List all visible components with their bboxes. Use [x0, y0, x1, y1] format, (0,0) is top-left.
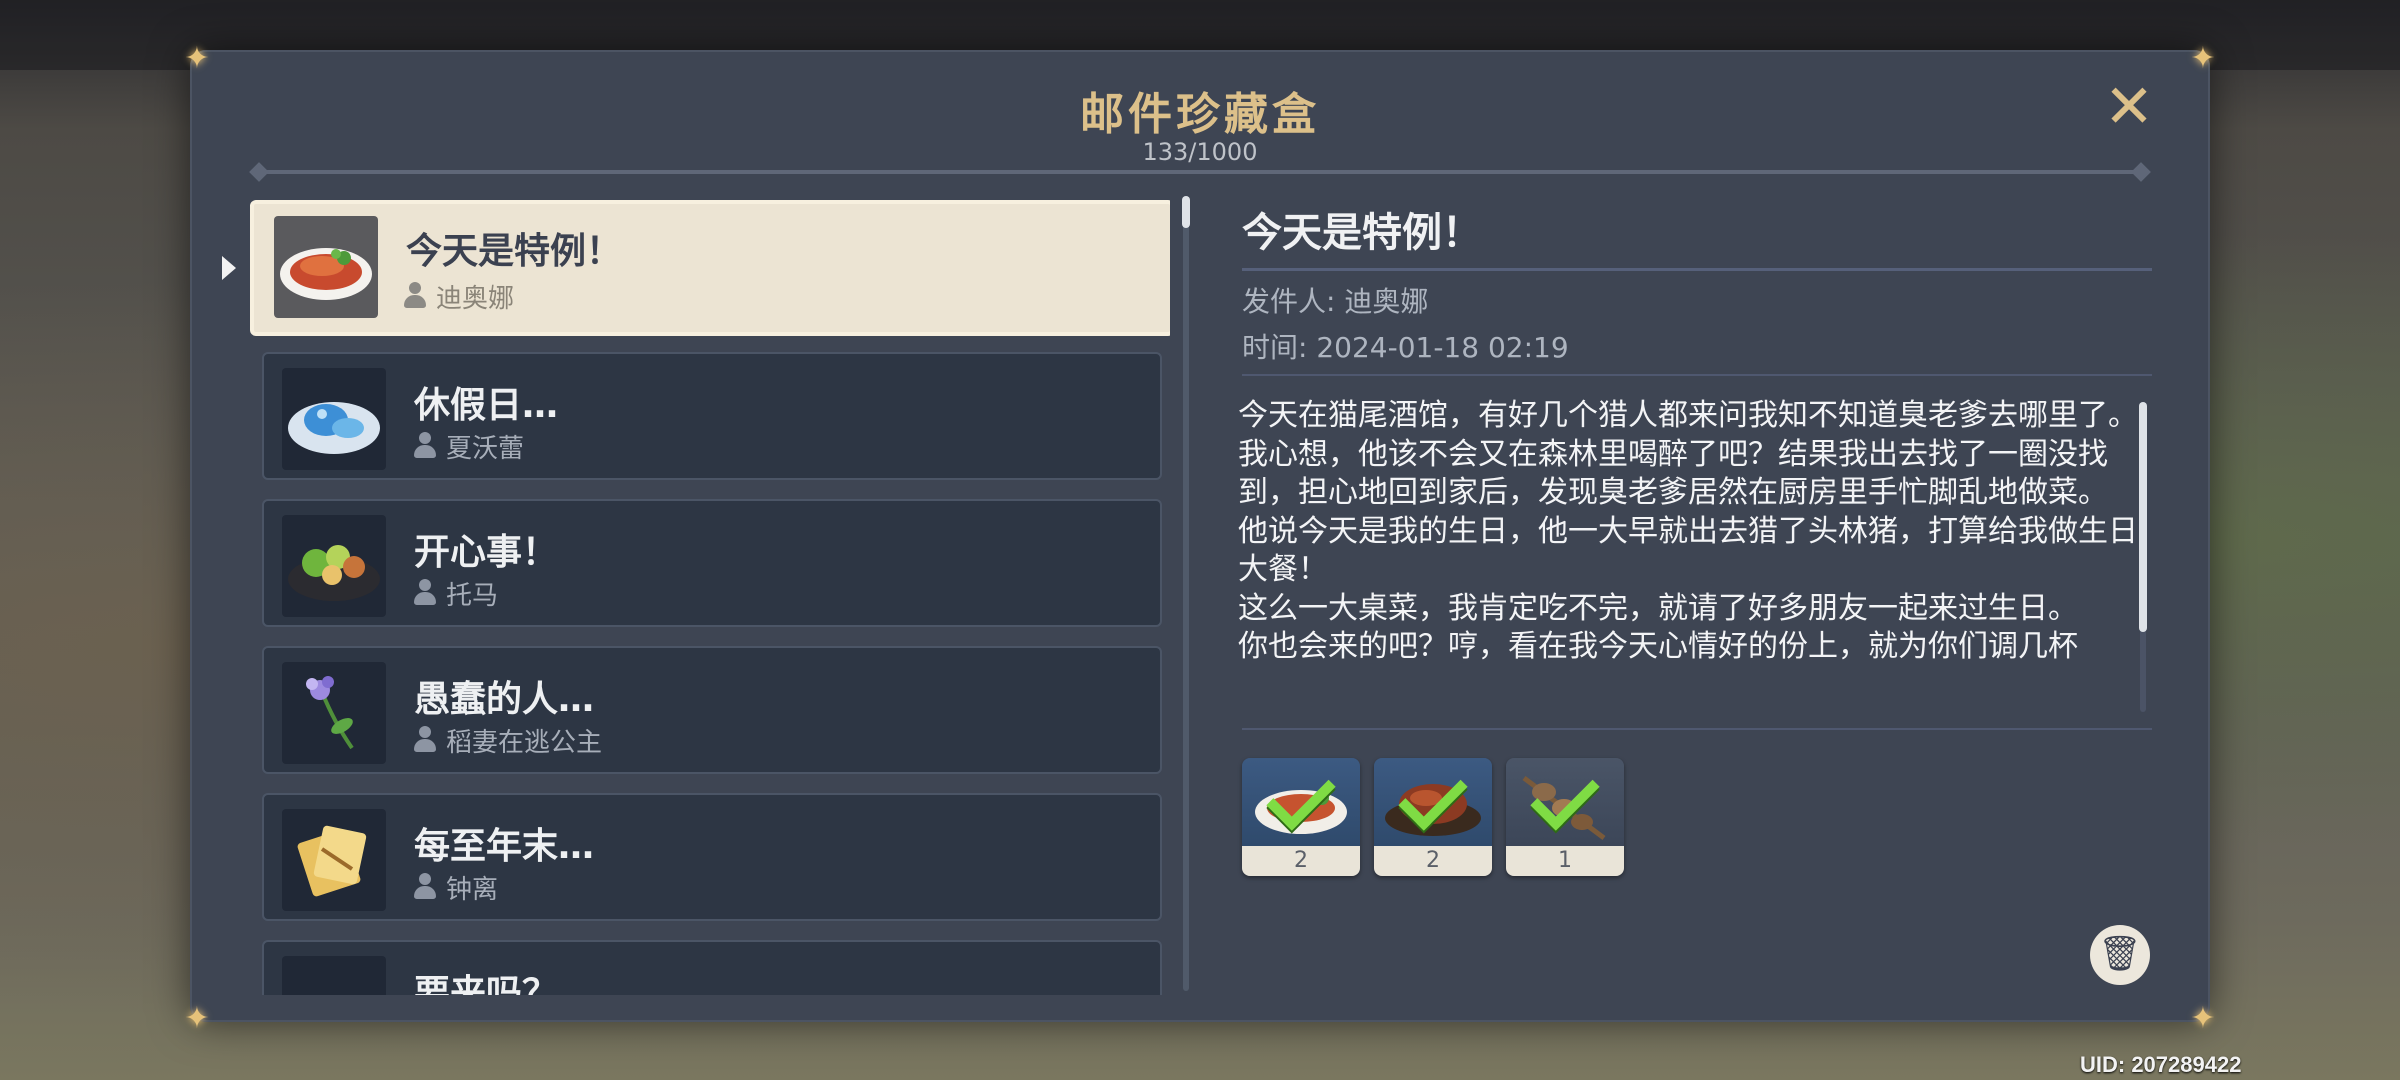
- mail-title: 今天是特例！: [406, 231, 623, 272]
- selected-pointer-icon: [222, 256, 236, 280]
- sender-icon: [414, 726, 436, 752]
- mail-title: 开心事！: [414, 532, 559, 573]
- header-divider: [260, 170, 2140, 174]
- sender-icon: [414, 432, 436, 458]
- sender-icon: [414, 873, 436, 899]
- gold-paper-charm-icon: [282, 809, 386, 911]
- detail-divider: [1242, 728, 2152, 730]
- mail-list: 今天是特例！ 迪奥娜 休假日… 夏沃蕾 开心事！ 托马 愚蠢的人… 稻妻在逃公主…: [250, 200, 1170, 995]
- corner-ornament-icon: ✦: [184, 1001, 210, 1036]
- attachment-count: 2: [1374, 846, 1492, 876]
- mail-list-item[interactable]: 今天是特例！ 迪奥娜: [250, 200, 1170, 336]
- mail-title: 每至年末…: [414, 826, 595, 867]
- detail-divider: [1242, 374, 2152, 376]
- mail-list-item[interactable]: 每至年末… 钟离: [262, 793, 1162, 921]
- mail-list-item[interactable]: 要来吗？: [262, 940, 1162, 995]
- grilled-fish-dish-icon: [274, 216, 378, 318]
- mail-title: 愚蠢的人…: [414, 679, 595, 720]
- sender-icon: [414, 579, 436, 605]
- mail-list-scroll-thumb[interactable]: [1182, 196, 1190, 228]
- trash-icon[interactable]: 🗑: [2090, 925, 2150, 985]
- vegetable-platter-icon: [282, 515, 386, 617]
- attachment-count: 2: [1242, 846, 1360, 876]
- purple-flower-icon: [282, 662, 386, 764]
- mail-sender: 迪奥娜: [436, 284, 515, 314]
- blue-dessert-dish-icon: [282, 368, 386, 470]
- mail-body-scroll-thumb[interactable]: [2139, 402, 2147, 632]
- mail-list-item[interactable]: 开心事！ 托马: [262, 499, 1162, 627]
- mail-count: 133/1000: [1142, 138, 1258, 166]
- attachment-item[interactable]: 1: [1506, 758, 1624, 876]
- mail-detail-title: 今天是特例！: [1242, 210, 1482, 256]
- detail-divider: [1242, 268, 2152, 271]
- close-icon[interactable]: ✕: [2100, 77, 2158, 138]
- mail-body: 今天在猫尾酒馆，有好几个猎人都来问我知不知道臭老爹去哪里了。我心想，他该不会又在…: [1238, 398, 2138, 664]
- mail-title: 要来吗？: [414, 973, 559, 995]
- dish-icon: [282, 956, 386, 995]
- mail-time-label: 时间: 2024-01-18 02:19: [1242, 331, 1569, 364]
- attachment-count: 1: [1506, 846, 1624, 876]
- mail-list-item[interactable]: 休假日… 夏沃蕾: [262, 352, 1162, 480]
- mail-list-scrollbar[interactable]: [1183, 196, 1189, 991]
- dialog-title: 邮件珍藏盒: [1080, 89, 1320, 140]
- mail-sender: 钟离: [446, 875, 499, 905]
- corner-ornament-icon: ✦: [2190, 41, 2216, 76]
- corner-ornament-icon: ✦: [184, 41, 210, 76]
- mail-sender: 托马: [446, 581, 499, 611]
- attachment-item[interactable]: 2: [1374, 758, 1492, 876]
- corner-ornament-icon: ✦: [2190, 1001, 2216, 1036]
- mail-list-item[interactable]: 愚蠢的人… 稻妻在逃公主: [262, 646, 1162, 774]
- mail-sender-label: 发件人: 迪奥娜: [1242, 285, 1429, 318]
- attachment-item[interactable]: 2: [1242, 758, 1360, 876]
- player-uid: UID: 207289422: [2080, 1052, 2242, 1077]
- sender-icon: [404, 282, 426, 308]
- mail-sender: 夏沃蕾: [446, 434, 525, 464]
- mail-sender: 稻妻在逃公主: [446, 728, 603, 758]
- mail-title: 休假日…: [414, 385, 559, 426]
